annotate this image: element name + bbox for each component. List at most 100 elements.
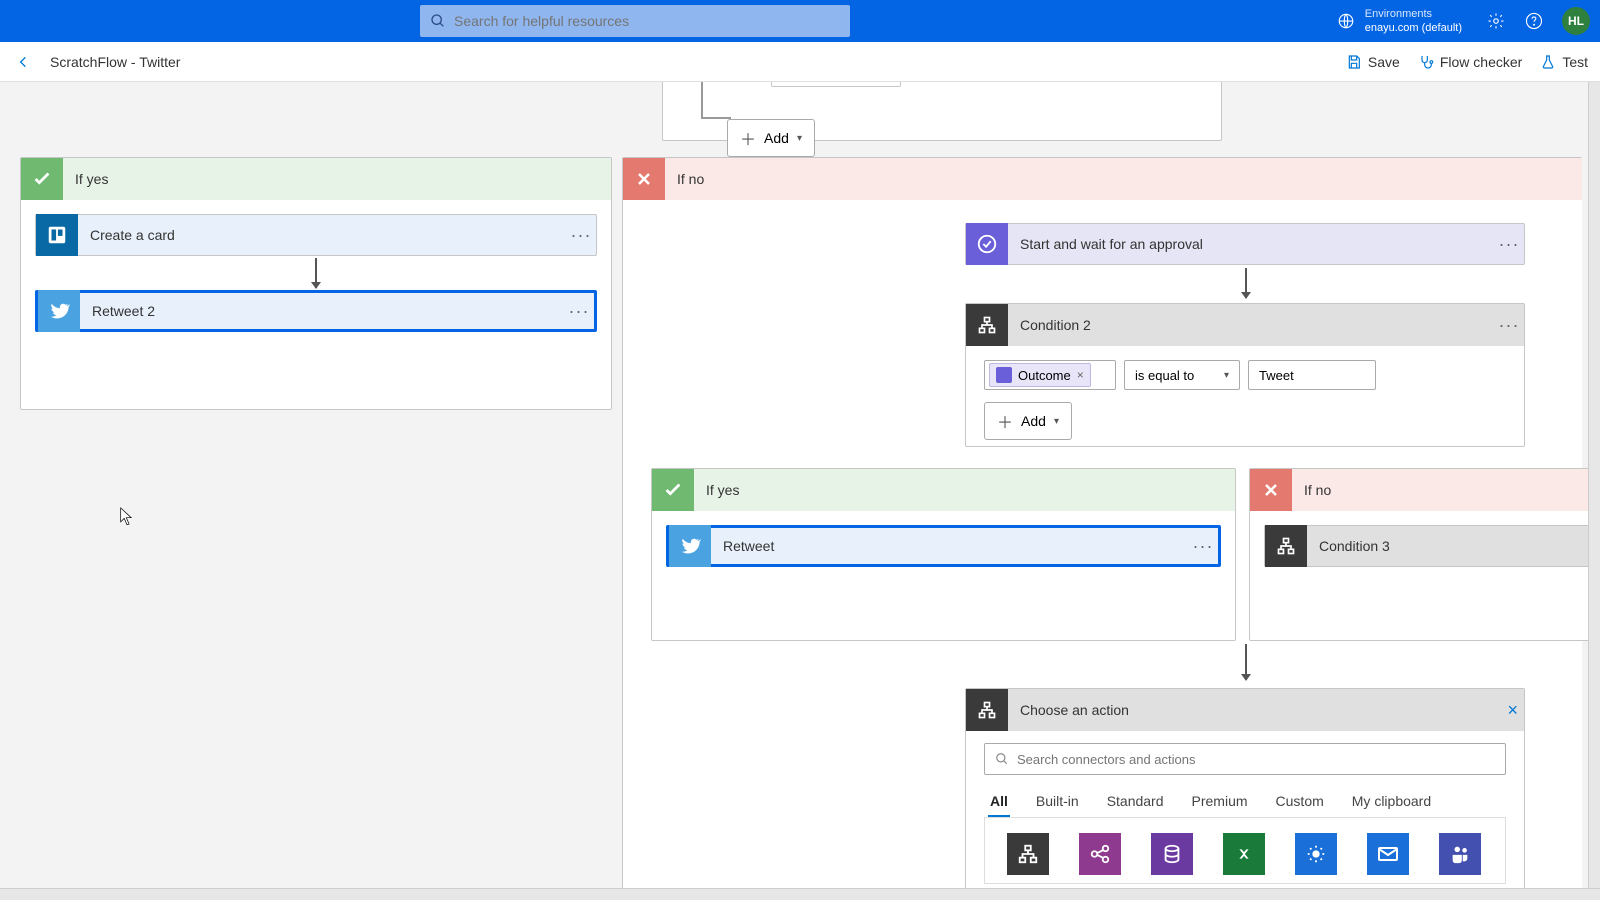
close-button[interactable]: × (1501, 700, 1524, 721)
flask-icon (1540, 54, 1556, 70)
settings-button[interactable] (1486, 11, 1506, 31)
chevron-down-icon: ▾ (797, 133, 802, 144)
twitter-icon (669, 525, 711, 567)
environments-label: Environments (1365, 7, 1462, 21)
add-button-top[interactable]: ＋ Add ▾ (727, 119, 815, 157)
x-icon (1250, 469, 1292, 511)
help-icon (1525, 12, 1543, 30)
condition-add-button[interactable]: ＋ Add ▾ (984, 402, 1072, 440)
if-no-header-right[interactable]: If no (623, 158, 1582, 200)
action-title: Start and wait for an approval (1008, 236, 1494, 252)
chevron-down-icon: ▾ (1224, 370, 1229, 381)
flow-title[interactable]: ScratchFlow - Twitter (50, 54, 180, 70)
tab-custom[interactable]: Custom (1274, 787, 1326, 817)
if-no-header-inner[interactable]: If no (1250, 469, 1600, 511)
user-avatar[interactable]: HL (1562, 7, 1590, 35)
x-icon (623, 158, 665, 200)
action-menu-button[interactable]: ··· (1494, 315, 1524, 336)
action-menu-button[interactable]: ··· (564, 301, 594, 322)
chevron-down-icon: ▾ (1054, 416, 1059, 427)
action-create-card[interactable]: Create a card ··· (35, 214, 597, 256)
environment-picker[interactable]: Environments enayu.com (default) (1337, 7, 1462, 35)
tab-all[interactable]: All (988, 787, 1010, 817)
branch-if-no-inner: If no Condition 3 (1249, 468, 1600, 641)
condition-title: Condition 2 (1008, 317, 1494, 333)
gear-icon (1487, 12, 1505, 30)
test-button[interactable]: Test (1540, 54, 1588, 70)
add-label: Add (1021, 413, 1046, 429)
mouse-cursor (120, 507, 134, 527)
globe-icon (1337, 12, 1355, 30)
action-approval[interactable]: Start and wait for an approval ··· (965, 223, 1525, 265)
condition-left-operand[interactable]: Outcome × (984, 360, 1116, 390)
if-yes-label: If yes (694, 482, 739, 498)
connector-weather[interactable] (1295, 833, 1337, 875)
action-title: Create a card (78, 227, 566, 243)
if-yes-label: If yes (63, 171, 108, 187)
help-button[interactable] (1524, 11, 1544, 31)
action-category-tabs: All Built-in Standard Premium Custom My … (984, 787, 1506, 818)
token-remove-button[interactable]: × (1077, 368, 1084, 382)
branch-if-yes-inner: If yes Retweet ··· (651, 468, 1236, 641)
search-icon (995, 752, 1009, 766)
choose-action-title: Choose an action (1008, 702, 1501, 718)
add-label: Add (764, 130, 789, 146)
connector-control[interactable] (1007, 833, 1049, 875)
choose-action-panel: Choose an action × All Built-in Standard… (965, 688, 1525, 888)
connector-mail[interactable] (1367, 833, 1409, 875)
app-topbar: Environments enayu.com (default) HL (0, 0, 1600, 42)
connector-grid (984, 817, 1506, 884)
action-menu-button[interactable]: ··· (1494, 234, 1524, 255)
condition-operator-select[interactable]: is equal to ▾ (1124, 360, 1240, 390)
plus-icon: ＋ (740, 126, 756, 150)
outcome-token: Outcome (1018, 368, 1071, 383)
flow-checker-label: Flow checker (1440, 54, 1522, 70)
action-menu-button[interactable]: ··· (566, 225, 596, 246)
connector-excel[interactable] (1223, 833, 1265, 875)
condition-title: Condition 3 (1307, 538, 1600, 554)
value-text: Tweet (1259, 368, 1294, 383)
arrow-left-icon (16, 54, 32, 70)
actions-search-field[interactable] (1017, 752, 1495, 767)
connector-share[interactable] (1079, 833, 1121, 875)
check-icon (652, 469, 694, 511)
operator-label: is equal to (1135, 368, 1194, 383)
flow-canvas[interactable]: ＋ Add ▾ If yes Create a card ··· (0, 82, 1600, 888)
condition-value-input[interactable]: Tweet (1248, 360, 1376, 390)
stethoscope-icon (1418, 54, 1434, 70)
vertical-scrollbar[interactable] (1588, 82, 1600, 888)
if-no-label: If no (1292, 482, 1331, 498)
branch-if-no-right: If no Start and wait for an approval ···… (622, 157, 1582, 888)
global-search-input[interactable] (454, 13, 840, 29)
flow-checker-button[interactable]: Flow checker (1418, 54, 1522, 70)
branch-if-yes-left: If yes Create a card ··· Retweet 2 ··· (20, 157, 612, 410)
horizontal-scrollbar[interactable] (0, 888, 1600, 900)
trigger-card[interactable]: ＋ Add ▾ (662, 82, 1222, 141)
save-label: Save (1368, 54, 1400, 70)
tab-premium[interactable]: Premium (1190, 787, 1250, 817)
if-no-label: If no (665, 171, 704, 187)
if-yes-header-inner[interactable]: If yes (652, 469, 1235, 511)
connector-teams[interactable] (1439, 833, 1481, 875)
search-actions-input[interactable] (984, 743, 1506, 775)
condition-2-card[interactable]: Condition 2 ··· Outcome × is equal to ▾ … (965, 303, 1525, 447)
action-title: Retweet 2 (80, 303, 564, 319)
tab-standard[interactable]: Standard (1105, 787, 1166, 817)
condition-icon (966, 304, 1008, 346)
back-button[interactable] (12, 50, 36, 74)
test-label: Test (1562, 54, 1588, 70)
tab-built-in[interactable]: Built-in (1034, 787, 1081, 817)
tab-my-clipboard[interactable]: My clipboard (1350, 787, 1433, 817)
action-retweet-2[interactable]: Retweet 2 ··· (35, 290, 597, 332)
check-icon (21, 158, 63, 200)
if-yes-header-left[interactable]: If yes (21, 158, 611, 200)
save-icon (1346, 54, 1362, 70)
save-button[interactable]: Save (1346, 54, 1400, 70)
action-menu-button[interactable]: ··· (1188, 536, 1218, 557)
trello-icon (36, 214, 78, 256)
condition-icon (966, 689, 1008, 731)
plus-icon: ＋ (997, 409, 1013, 433)
connector-database[interactable] (1151, 833, 1193, 875)
action-retweet-inner[interactable]: Retweet ··· (666, 525, 1221, 567)
global-search[interactable] (420, 5, 850, 37)
